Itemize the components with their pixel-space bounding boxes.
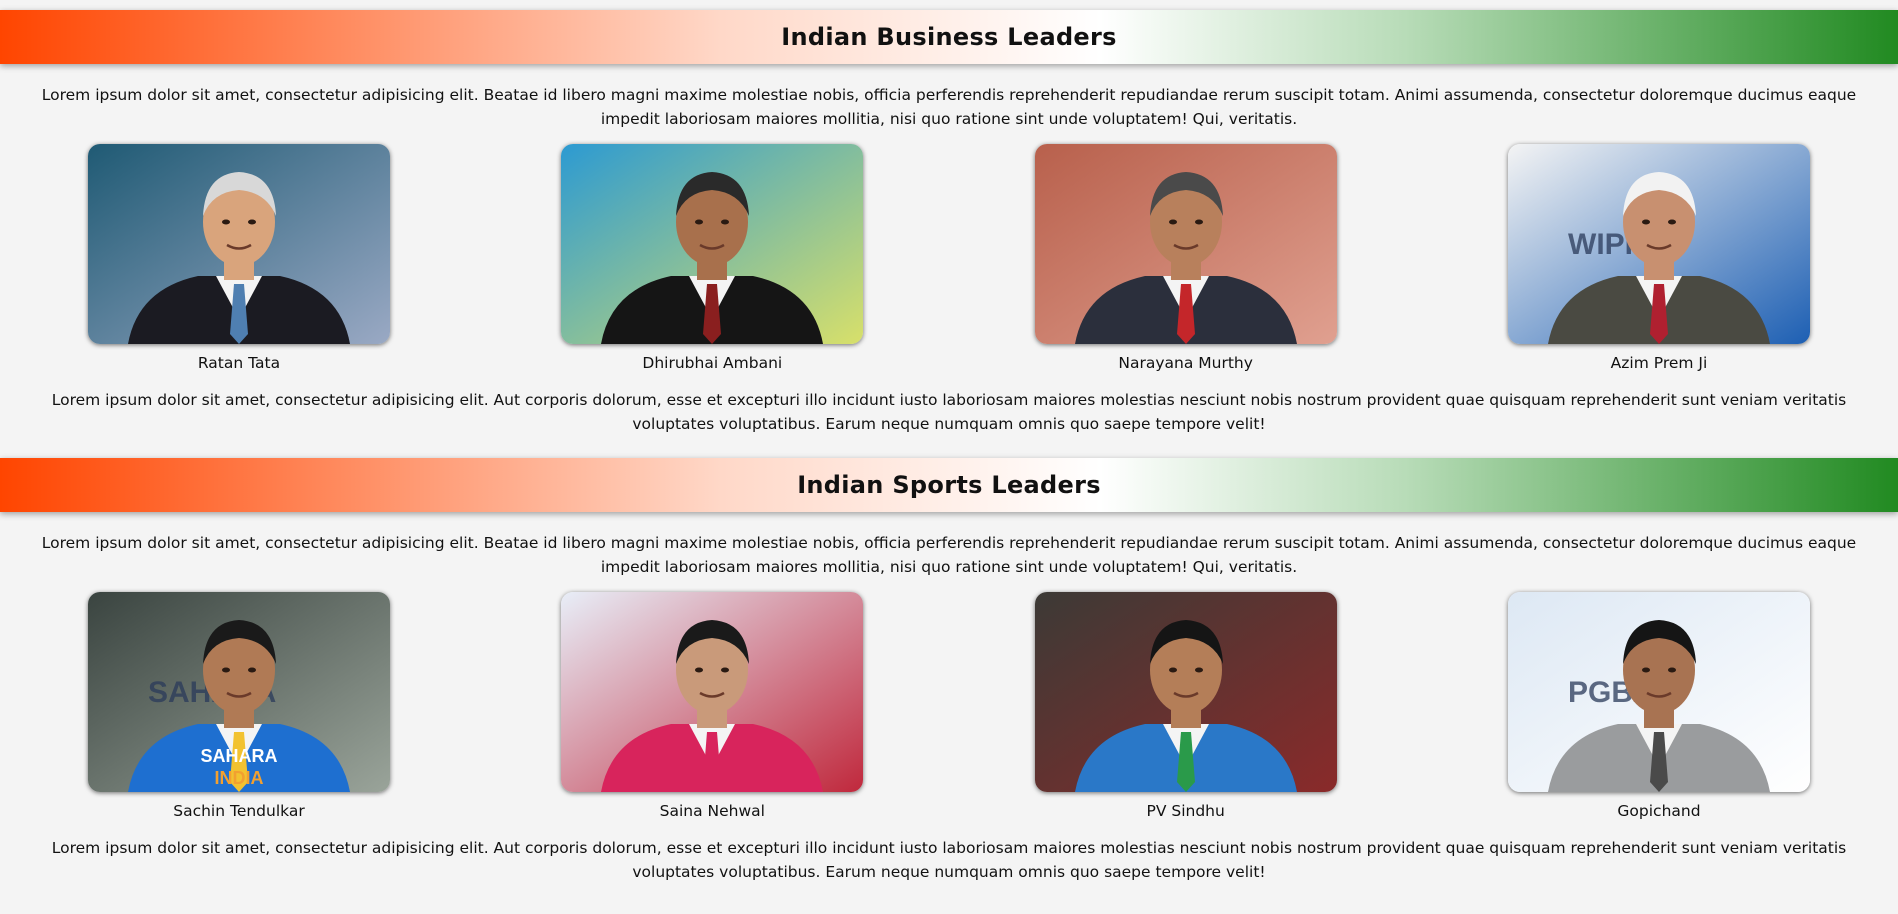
leader-name: Saina Nehwal [659,802,765,820]
eye-shape [1641,219,1650,225]
leader-photo [561,144,864,344]
section-title: Indian Sports Leaders [797,471,1101,499]
leader-photo: SAHARASAHARAINDIA [88,592,390,792]
leader-photo [1034,144,1337,344]
jersey-text: SAHARA [200,746,277,766]
leader-card: Saina Nehwal [561,592,864,821]
eye-shape [1194,219,1203,225]
leader-photo: PGBA [1507,592,1810,792]
eye-shape [1168,219,1177,225]
section-intro: Lorem ipsum dolor sit amet, consectetur … [41,534,1857,576]
leader-photo: WIPRO [1507,144,1810,344]
eye-shape [1194,667,1203,673]
leader-photo [561,592,864,792]
portrait-image [561,144,864,344]
business-leaders-section: Indian Business Leaders Lorem ipsum dolo… [0,10,1898,436]
portrait-image [1034,144,1337,344]
leader-name: Sachin Tendulkar [173,802,305,820]
leader-photo [1034,592,1337,792]
section-outro: Lorem ipsum dolor sit amet, consectetur … [51,391,1847,433]
section-intro: Lorem ipsum dolor sit amet, consectetur … [41,86,1857,128]
jersey-text: INDIA [215,768,264,788]
eye-shape [248,219,256,225]
leaders-grid: SAHARASAHARAINDIA Sachin Tendulkar Saina… [0,592,1898,821]
eye-shape [1667,667,1676,673]
eye-shape [1641,667,1650,673]
leader-card: PV Sindhu [1034,592,1337,821]
portrait-image [1034,592,1337,792]
leader-card: Narayana Murthy [1034,144,1337,373]
leader-name: PV Sindhu [1146,802,1225,820]
portrait-image: PGBA [1507,592,1810,792]
eye-shape [222,667,230,673]
leader-card: WIPRO Azim Prem Ji [1507,144,1810,373]
leader-card: Ratan Tata [88,144,390,373]
leader-name: Gopichand [1617,802,1701,820]
eye-shape [721,667,730,673]
leaders-grid: Ratan Tata Dhirubhai Ambani Narayana Mur… [0,144,1898,373]
leader-name: Ratan Tata [197,354,281,372]
portrait-image [88,144,390,344]
section-title: Indian Business Leaders [781,23,1117,51]
leader-card: Dhirubhai Ambani [561,144,864,373]
leader-name: Narayana Murthy [1118,354,1253,372]
sports-leaders-section: Indian Sports Leaders Lorem ipsum dolor … [0,458,1898,884]
eye-shape [721,219,730,225]
eye-shape [695,219,704,225]
page: Indian Business Leaders Lorem ipsum dolo… [0,10,1898,884]
leader-photo [88,144,390,344]
portrait-image: SAHARASAHARAINDIA [88,592,390,792]
section-banner: Indian Sports Leaders [0,458,1898,512]
eye-shape [695,667,704,673]
leader-name: Dhirubhai Ambani [642,354,783,372]
leader-card: SAHARASAHARAINDIA Sachin Tendulkar [88,592,390,821]
leader-name: Azim Prem Ji [1610,354,1708,372]
leader-card: PGBA Gopichand [1507,592,1810,821]
section-outro: Lorem ipsum dolor sit amet, consectetur … [51,839,1847,881]
portrait-image: WIPRO [1507,144,1810,344]
eye-shape [1667,219,1676,225]
portrait-image [561,592,864,792]
section-banner: Indian Business Leaders [0,10,1898,64]
eye-shape [1168,667,1177,673]
eye-shape [248,667,256,673]
eye-shape [222,219,230,225]
